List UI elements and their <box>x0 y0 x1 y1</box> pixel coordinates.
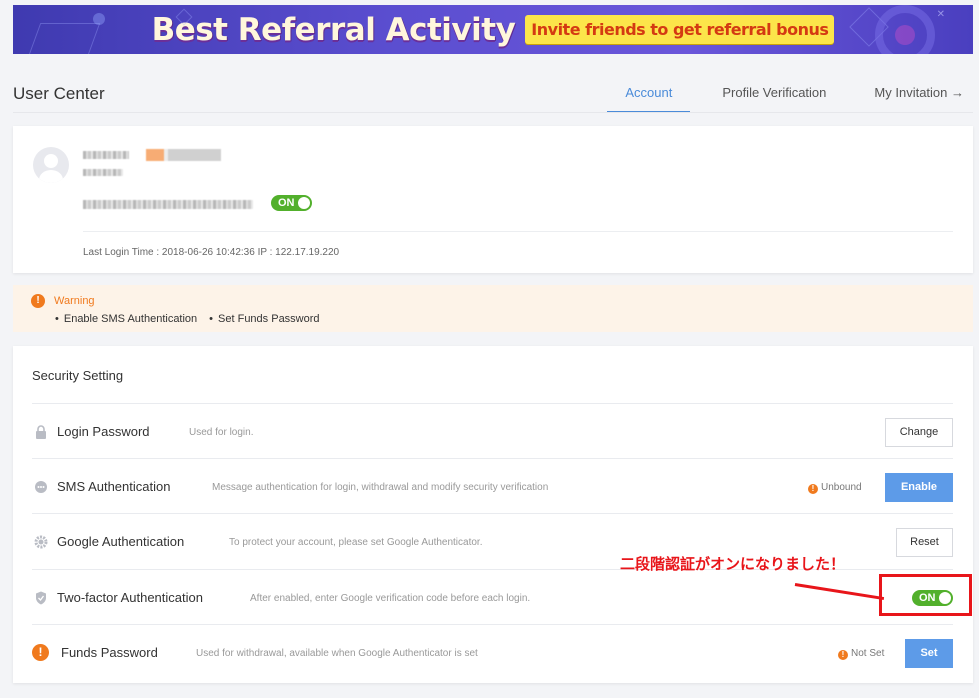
referral-banner[interactable]: ✕ Best Referral Activity Invite friends … <box>13 5 973 54</box>
sms-icon <box>34 480 48 494</box>
banner-decoration <box>895 25 915 45</box>
banner-badge: Invite friends to get referral bonus <box>525 15 835 44</box>
security-setting-card: Security Setting Login Password Used for… <box>13 346 973 683</box>
funds-status: ! Not Set <box>838 648 884 660</box>
warning-item-funds-password[interactable]: Set Funds Password <box>209 313 320 325</box>
security-row-funds-password: ! Funds Password Used for withdrawal, av… <box>32 624 953 683</box>
user-card: ON Last Login Time : 2018-06-26 10:42:36… <box>13 126 973 273</box>
change-password-button[interactable]: Change <box>885 418 953 447</box>
security-row-login-password: Login Password Used for login. Change <box>32 403 953 458</box>
redacted-user-id <box>83 169 123 176</box>
tab-profile-verification[interactable]: Profile Verification <box>706 76 842 113</box>
row-description: After enabled, enter Google verification… <box>250 593 531 604</box>
toggle-knob <box>298 197 310 209</box>
enable-sms-button[interactable]: Enable <box>885 473 953 502</box>
avatar <box>33 147 69 183</box>
banner-title: Best Referral Activity <box>151 11 516 48</box>
row-name: Two-factor Authentication <box>57 590 203 605</box>
set-funds-password-button[interactable]: Set <box>905 639 953 668</box>
user-card-divider <box>83 231 953 232</box>
redacted-user-badge <box>146 149 221 161</box>
page-title: User Center <box>13 84 105 103</box>
banner-decoration <box>93 13 105 25</box>
reset-google-auth-button[interactable]: Reset <box>896 528 953 557</box>
tab-account[interactable]: Account <box>607 76 691 113</box>
tab-bar: Account Profile Verification My Invitati… <box>607 76 964 113</box>
banner-decoration <box>25 23 101 54</box>
row-description: To protect your account, please set Goog… <box>229 537 483 548</box>
alert-icon: ! <box>808 484 818 494</box>
warning-icon: ! <box>32 644 49 661</box>
security-row-two-factor-authentication: Two-factor Authentication After enabled,… <box>32 569 953 624</box>
security-row-sms-authentication: SMS Authentication Message authenticatio… <box>32 458 953 513</box>
warning-title: Warning <box>54 295 95 307</box>
annotation-text: 二段階認証がオンになりました！ <box>620 555 846 573</box>
shield-icon <box>34 591 48 605</box>
gear-icon <box>34 535 48 549</box>
header-divider <box>13 112 973 113</box>
redacted-setting-label <box>83 200 253 209</box>
redacted-username <box>83 151 129 159</box>
tab-my-invitation[interactable]: My Invitation → <box>858 76 964 113</box>
security-setting-title: Security Setting <box>32 368 124 383</box>
warning-box: ! Warning Enable SMS Authentication Set … <box>13 285 973 332</box>
banner-close-icon: ✕ <box>936 9 945 20</box>
row-name: Google Authentication <box>57 534 185 549</box>
row-name: SMS Authentication <box>57 479 171 494</box>
row-description: Used for withdrawal, available when Goog… <box>196 648 478 659</box>
row-name: Funds Password <box>61 645 158 660</box>
annotation-highlight-box <box>879 574 972 616</box>
last-login-info: Last Login Time : 2018-06-26 10:42:36 IP… <box>83 247 340 258</box>
user-setting-toggle[interactable]: ON <box>271 195 312 211</box>
row-description: Message authentication for login, withdr… <box>212 482 549 493</box>
alert-icon: ! <box>838 650 848 660</box>
row-name: Login Password <box>57 424 150 439</box>
sms-status: ! Unbound <box>808 482 862 494</box>
row-description: Used for login. <box>189 427 254 438</box>
lock-icon <box>34 425 48 439</box>
warning-icon: ! <box>31 294 45 308</box>
toggle-label: ON <box>278 197 295 209</box>
warning-item-enable-sms[interactable]: Enable SMS Authentication <box>55 313 197 325</box>
warning-list: Enable SMS Authentication Set Funds Pass… <box>55 313 332 325</box>
